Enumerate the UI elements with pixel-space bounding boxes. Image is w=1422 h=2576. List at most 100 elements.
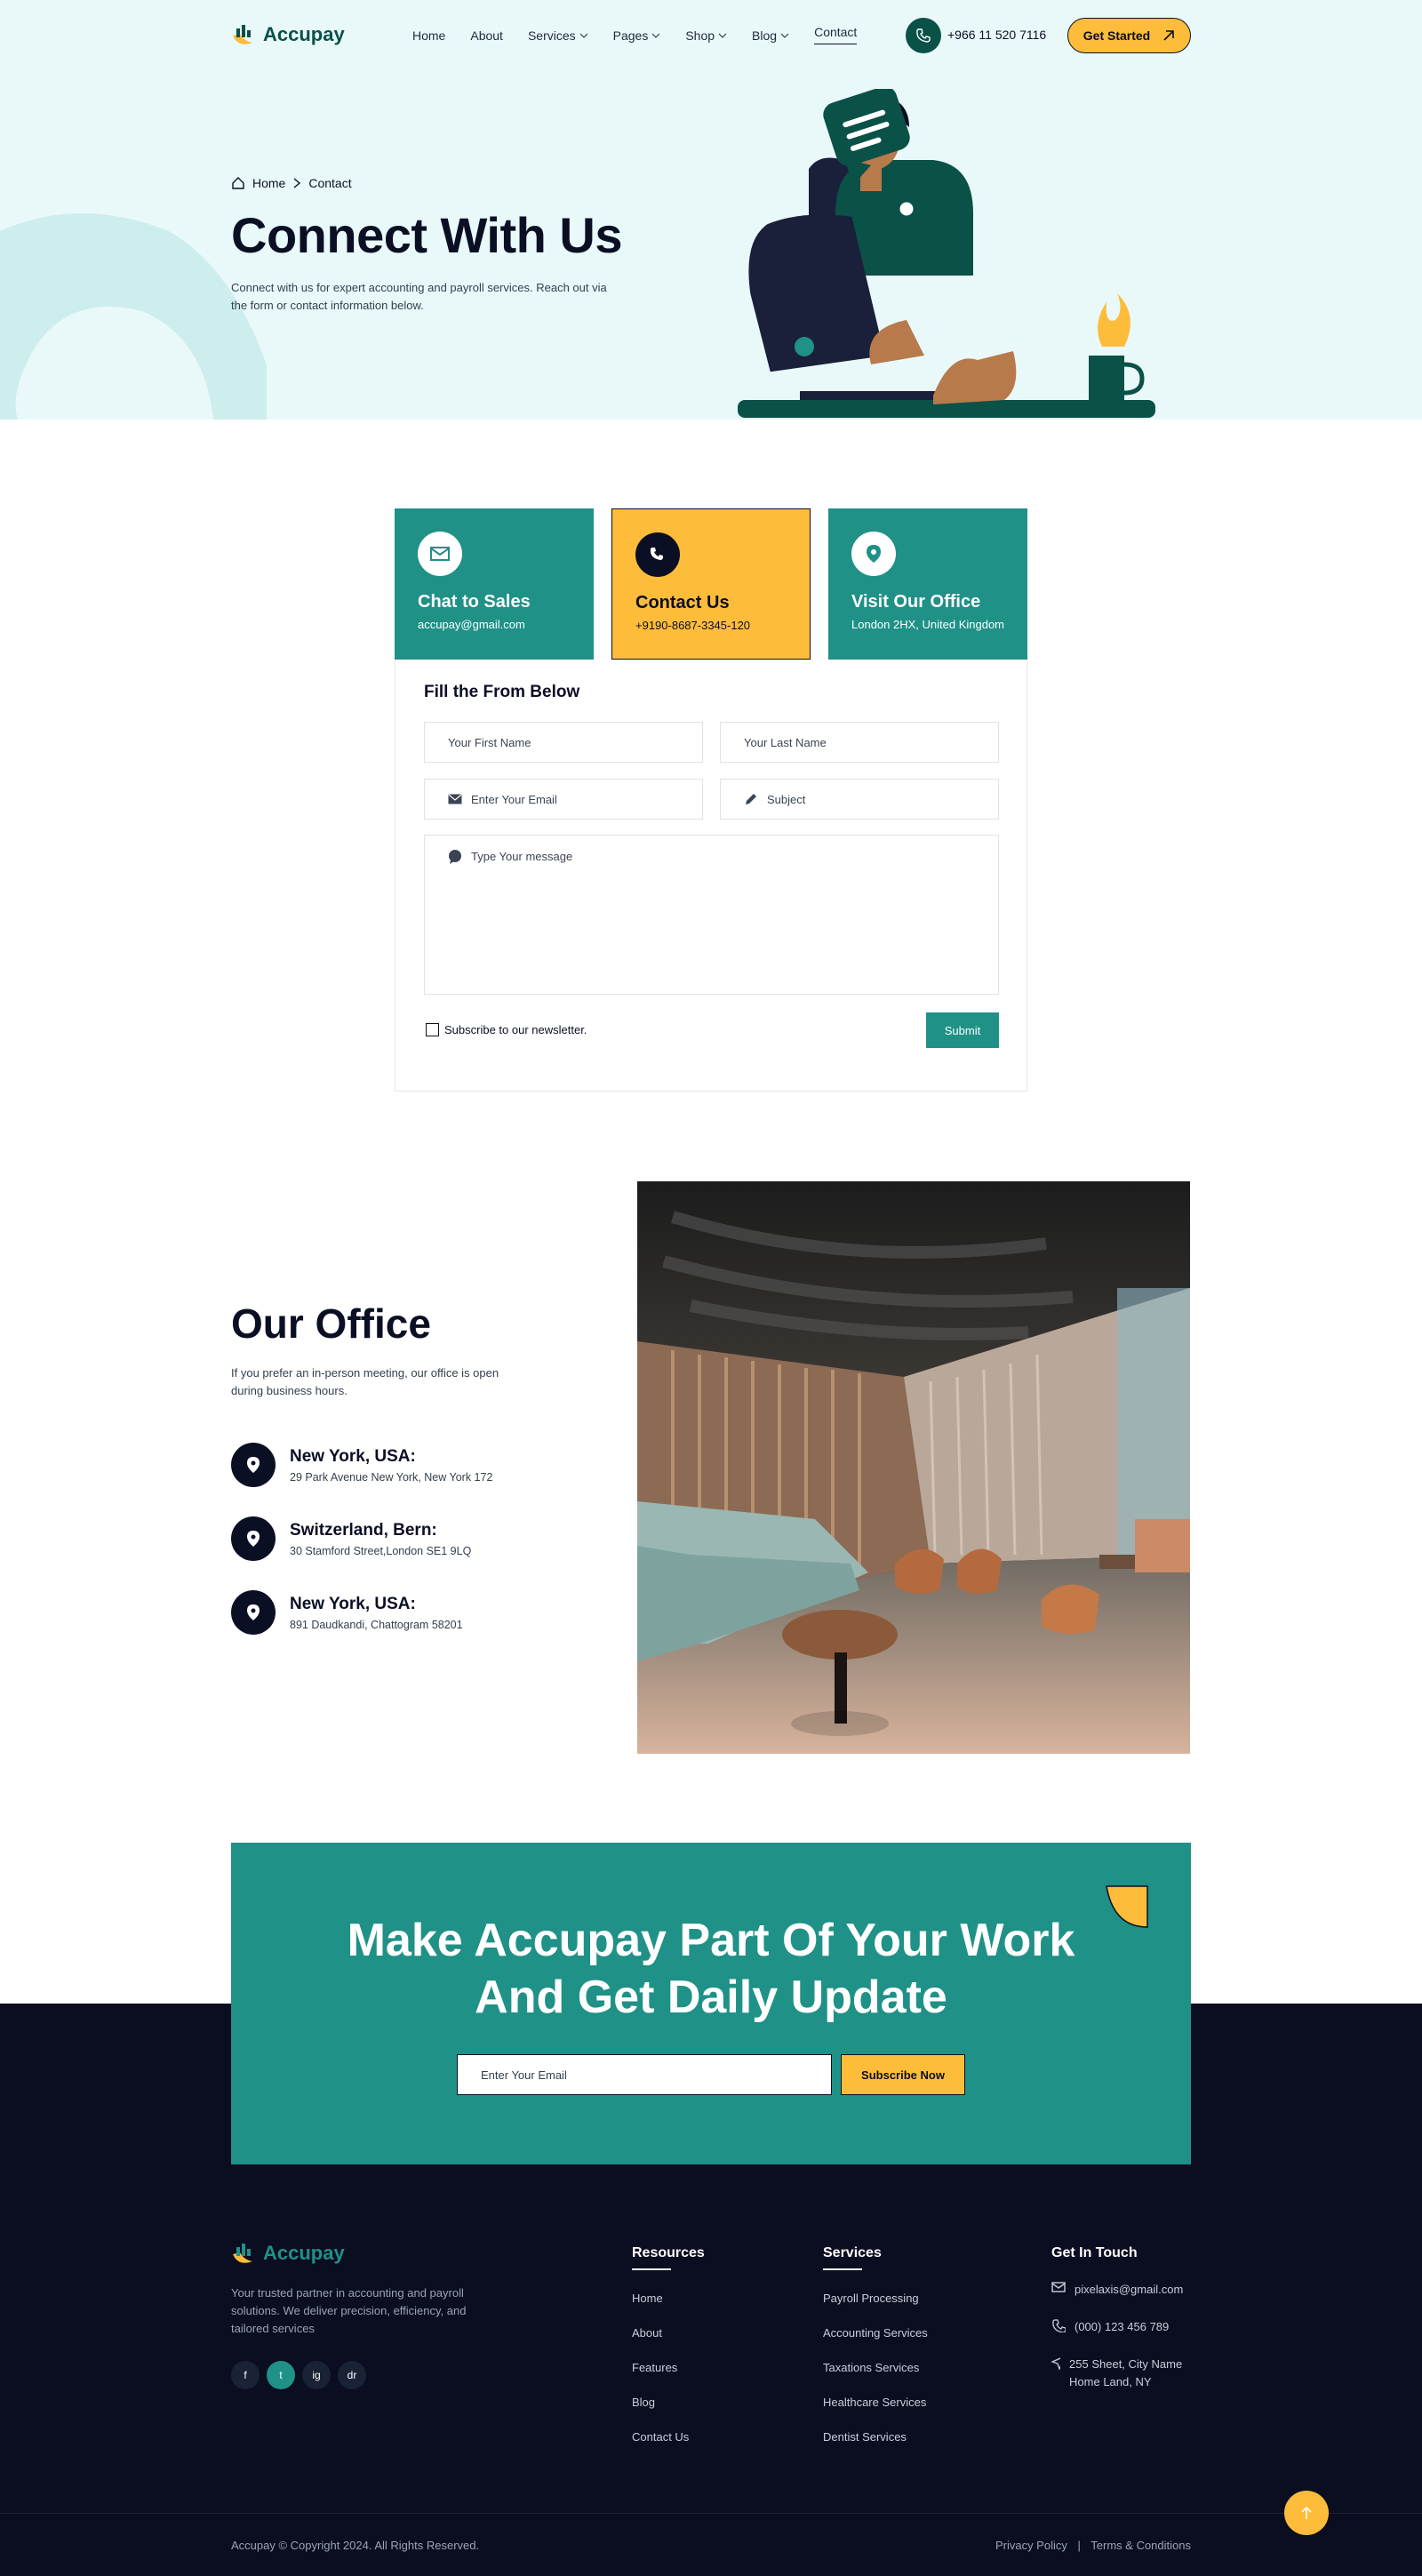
newsletter-email-input[interactable]: Enter Your Email: [457, 2054, 832, 2095]
card-text: accupay@gmail.com: [418, 618, 525, 631]
header-phone-number[interactable]: +966 11 520 7116: [947, 28, 1046, 42]
subject-input[interactable]: Subject: [720, 779, 999, 820]
send-icon: [1051, 2357, 1061, 2370]
location-name: New York, USA:: [290, 1446, 416, 1466]
footer-email[interactable]: pixelaxis@gmail.com: [1051, 2281, 1194, 2299]
facebook-icon[interactable]: f: [231, 2361, 260, 2389]
header-logo[interactable]: Accupay: [231, 23, 345, 46]
location-address: 30 Stamford Street,London SE1 9LQ: [290, 1544, 472, 1557]
card-visit-office[interactable]: Visit Our Office London 2HX, United King…: [828, 508, 1027, 660]
last-name-placeholder: Your Last Name: [744, 735, 827, 749]
instagram-icon[interactable]: ig: [302, 2361, 331, 2389]
newsletter-email-placeholder: Enter Your Email: [481, 2068, 567, 2082]
location-pin-circle: [231, 1516, 276, 1561]
chevron-right-icon: [293, 178, 301, 188]
get-started-button[interactable]: Get Started: [1067, 18, 1191, 53]
pencil-icon: [746, 794, 756, 804]
cta-heading: Make Accupay Part Of Your Work And Get Da…: [231, 1912, 1191, 2026]
footer-resources: Resources Home About Features Blog Conta…: [632, 2245, 705, 2444]
card-title: Contact Us: [635, 593, 730, 612]
footer-link[interactable]: Payroll Processing: [823, 2292, 928, 2305]
arrow-up-right-icon: [1163, 30, 1175, 41]
message-textarea[interactable]: Type Your message: [424, 835, 999, 995]
footer-link[interactable]: Taxations Services: [823, 2361, 928, 2374]
footer-divider: [0, 2513, 1422, 2514]
mail-icon: [448, 794, 462, 804]
nav-item-blog[interactable]: Blog: [752, 27, 789, 44]
footer-link[interactable]: About: [632, 2326, 705, 2340]
card-text: +9190-8687-3345-120: [635, 619, 751, 632]
twitter-icon[interactable]: t: [267, 2361, 295, 2389]
card-chat-to-sales[interactable]: Chat to Sales accupay@gmail.com: [395, 508, 594, 660]
breadcrumb: Home Contact: [231, 176, 352, 190]
location-pin-circle: [231, 1590, 276, 1635]
location-pin-icon: [247, 1531, 260, 1547]
breadcrumb-current: Contact: [308, 176, 352, 190]
last-name-input[interactable]: Your Last Name: [720, 722, 999, 763]
scroll-to-top-button[interactable]: [1284, 2491, 1329, 2535]
email-input[interactable]: Enter Your Email: [424, 779, 703, 820]
office-location-item: New York, USA: 29 Park Avenue New York, N…: [231, 1443, 492, 1487]
nav-item-shop[interactable]: Shop: [685, 27, 727, 44]
phone-icon-circle[interactable]: [906, 18, 941, 53]
newsletter-checkbox[interactable]: [426, 1023, 439, 1036]
card-contact-us[interactable]: Contact Us +9190-8687-3345-120: [611, 508, 811, 660]
location-pin-icon: [247, 1604, 260, 1620]
footer-link[interactable]: Dentist Services: [823, 2430, 928, 2444]
phone-icon: [916, 28, 931, 43]
footer-phone-text: (000) 123 456 789: [1074, 2320, 1170, 2333]
footer-services: Services Payroll Processing Accounting S…: [823, 2245, 928, 2444]
copyright: Accupay © Copyright 2024. All Rights Res…: [231, 2539, 480, 2552]
footer-logo[interactable]: Accupay: [231, 2242, 345, 2265]
privacy-policy-link[interactable]: Privacy Policy: [995, 2539, 1067, 2552]
breadcrumb-home[interactable]: Home: [252, 176, 285, 190]
arrow-up-icon: [1301, 2506, 1312, 2519]
hero-lead: Connect with us for expert accounting an…: [231, 281, 607, 312]
legal-separator: |: [1077, 2539, 1081, 2552]
page-title: Connect With Us: [231, 207, 622, 263]
footer-link[interactable]: Home: [632, 2292, 705, 2305]
first-name-input[interactable]: Your First Name: [424, 722, 703, 763]
office-lead: If you prefer an in-person meeting, our …: [231, 1366, 499, 1397]
nav-item-about[interactable]: About: [470, 27, 503, 44]
location-address: 29 Park Avenue New York, New York 172: [290, 1470, 493, 1484]
footer-column-title: Get In Touch: [1051, 2245, 1138, 2260]
office-location-item: New York, USA: 891 Daudkandi, Chattogram …: [231, 1590, 463, 1635]
footer-link[interactable]: Accounting Services: [823, 2326, 928, 2340]
nav-item-pages[interactable]: Pages: [613, 27, 661, 44]
footer-email-text: pixelaxis@gmail.com: [1074, 2283, 1184, 2296]
footer-column-title: Resources: [632, 2245, 705, 2260]
submit-button[interactable]: Submit: [926, 1012, 999, 1048]
dribbble-icon[interactable]: dr: [338, 2361, 366, 2389]
footer-link[interactable]: Blog: [632, 2396, 705, 2409]
corner-decor-icon: [1106, 1885, 1148, 1928]
first-name-placeholder: Your First Name: [448, 735, 531, 749]
footer-phone[interactable]: (000) 123 456 789: [1051, 2318, 1194, 2336]
nav-blog-label: Blog: [752, 28, 778, 43]
mail-icon: [430, 547, 450, 561]
location-pin-circle: [231, 1443, 276, 1487]
message-placeholder: Type Your message: [471, 850, 573, 863]
newsletter-checkbox-row[interactable]: Subscribe to our newsletter.: [426, 1023, 587, 1036]
mail-icon: [1051, 2282, 1066, 2292]
footer-link[interactable]: Features: [632, 2361, 705, 2374]
get-started-label: Get Started: [1082, 28, 1151, 43]
accupay-logo-icon: [233, 25, 252, 44]
nav-shop-label: Shop: [685, 28, 715, 43]
card-icon-circle: [635, 532, 680, 577]
chat-bubble-icon: [449, 850, 461, 864]
office-interior-photo: [637, 1181, 1190, 1754]
brand-name: Accupay: [263, 23, 345, 45]
nav-item-contact[interactable]: Contact: [814, 25, 858, 44]
subscribe-now-button[interactable]: Subscribe Now: [841, 2054, 965, 2095]
nav-item-services[interactable]: Services: [528, 27, 588, 44]
nav-item-home[interactable]: Home: [412, 27, 445, 44]
main-nav: Home About Services Pages Shop Blog Cont…: [412, 25, 858, 44]
location-name: Switzerland, Bern:: [290, 1520, 437, 1540]
location-address: 891 Daudkandi, Chattogram 58201: [290, 1618, 463, 1631]
footer-link[interactable]: Healthcare Services: [823, 2396, 928, 2409]
chevron-down-icon: [651, 33, 660, 38]
footer-link[interactable]: Contact Us: [632, 2430, 705, 2444]
footer-address-text: 255 Sheet, City Name Home Land, NY: [1069, 2357, 1183, 2388]
terms-link[interactable]: Terms & Conditions: [1090, 2539, 1191, 2552]
